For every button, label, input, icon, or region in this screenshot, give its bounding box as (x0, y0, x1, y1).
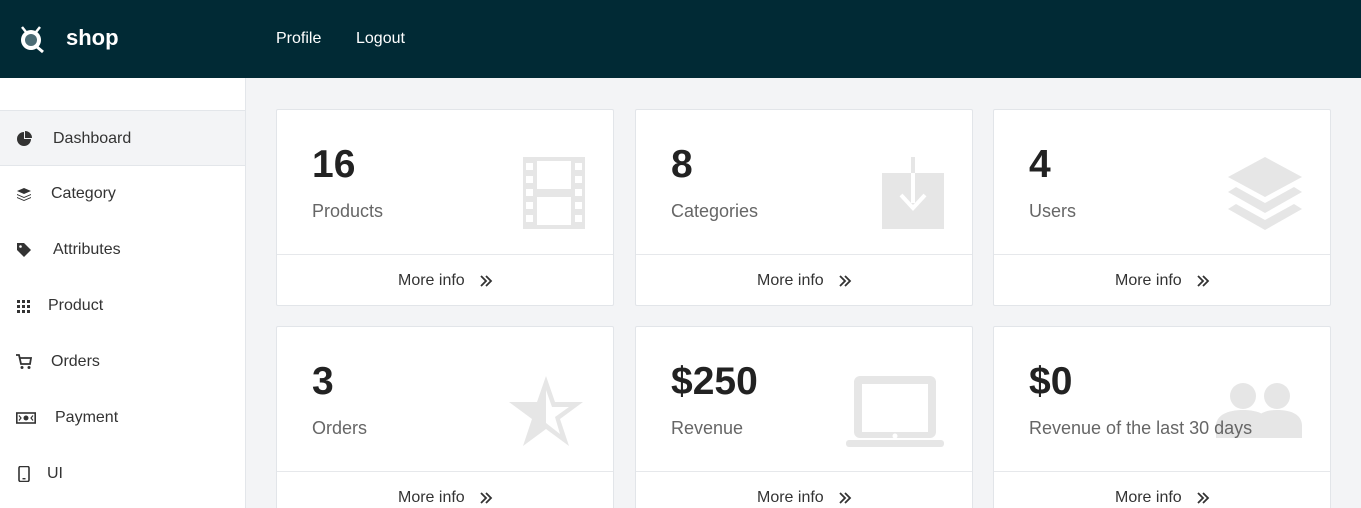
sidebar-item-label: Attributes (53, 241, 121, 258)
stat-value: 4 (1029, 143, 1051, 186)
sidebar-item-category[interactable]: Category (0, 166, 245, 222)
brand-name[interactable]: shop (66, 25, 119, 51)
mobile-icon (18, 466, 30, 482)
sidebar-item-product[interactable]: Product (0, 278, 245, 334)
stat-card-categories: 8 Categories More info (635, 109, 973, 306)
more-info-label: More info (398, 489, 465, 506)
layers-icon (1228, 157, 1302, 230)
stat-card-orders: 3 Orders More info (276, 326, 614, 508)
pie-chart-icon (17, 131, 32, 146)
more-info-label: More info (398, 272, 465, 289)
laptop-icon (846, 376, 944, 447)
stat-label: Categories (671, 201, 759, 221)
sidebar-item-attributes[interactable]: Attributes (0, 222, 245, 278)
sidebar-item-orders[interactable]: Orders (0, 334, 245, 390)
download-icon (882, 157, 944, 229)
grid-icon (17, 300, 30, 313)
stat-card-users: 4 Users More info (993, 109, 1331, 306)
sidebar-item-label: Orders (51, 353, 100, 370)
sidebar-item-label: Category (51, 185, 116, 202)
more-info-link[interactable]: More info (636, 471, 972, 508)
stat-value: 8 (671, 143, 693, 186)
sidebar-item-payment[interactable]: Payment (0, 390, 245, 446)
more-info-link[interactable]: More info (277, 471, 613, 508)
double-chevron-right-icon (1197, 275, 1210, 287)
film-icon (523, 157, 585, 229)
more-info-link[interactable]: More info (994, 254, 1330, 306)
sidebar: Dashboard Category Attributes Product Or… (0, 78, 246, 508)
stat-label: Products (312, 201, 384, 221)
stat-label: Orders (312, 418, 368, 438)
sidebar-item-label: Payment (55, 409, 119, 426)
double-chevron-right-icon (1197, 492, 1210, 504)
sidebar-item-label: Dashboard (53, 130, 132, 147)
top-bar: shop Profile Logout (0, 0, 1361, 78)
logo-icon[interactable] (16, 24, 46, 54)
sidebar-item-dashboard[interactable]: Dashboard (0, 110, 245, 166)
more-info-label: More info (1115, 489, 1182, 506)
double-chevron-right-icon (839, 492, 852, 504)
double-chevron-right-icon (480, 492, 493, 504)
logout-link[interactable]: Logout (356, 30, 405, 48)
tag-icon (17, 243, 31, 257)
layers-icon (17, 188, 31, 201)
sidebar-item-label: UI (47, 465, 63, 482)
more-info-label: More info (1115, 272, 1182, 289)
stat-label: Revenue of the last 30 days (1029, 418, 1253, 438)
cart-icon (16, 354, 32, 369)
stat-value: 16 (312, 143, 356, 186)
double-chevron-right-icon (480, 275, 493, 287)
stat-label: Users (1029, 201, 1077, 221)
star-icon (509, 376, 583, 446)
stat-label: Revenue (671, 418, 744, 438)
more-info-label: More info (757, 272, 824, 289)
more-info-link[interactable]: More info (636, 254, 972, 306)
stat-value: $0 (1029, 360, 1073, 403)
stat-card-revenue: $250 Revenue More info (635, 326, 973, 508)
sidebar-item-ui[interactable]: UI (0, 446, 245, 502)
profile-link[interactable]: Profile (276, 30, 321, 48)
stat-value: $250 (671, 360, 758, 403)
sidebar-item-label: Product (48, 297, 104, 314)
stat-value: 3 (312, 360, 334, 403)
more-info-label: More info (757, 489, 824, 506)
more-info-link[interactable]: More info (994, 471, 1330, 508)
stat-card-products: 16 Products More info (276, 109, 614, 306)
double-chevron-right-icon (839, 275, 852, 287)
money-icon (16, 412, 36, 424)
stat-card-revenue-30-days: $0 Revenue of the last 30 days More info (993, 326, 1331, 508)
more-info-link[interactable]: More info (277, 254, 613, 306)
